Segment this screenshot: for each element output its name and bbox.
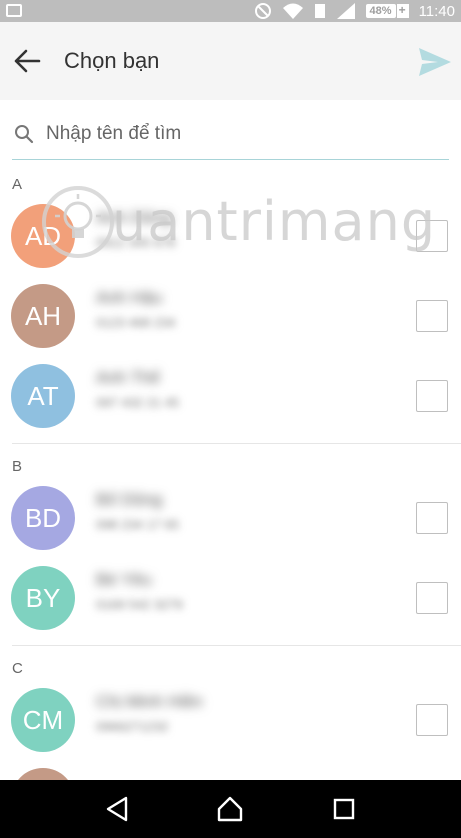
wifi-icon <box>282 2 304 20</box>
contact-name: Anh Hậu <box>96 288 163 307</box>
search-bar <box>12 108 449 160</box>
contact-row[interactable]: BY Bé Yêu 0169 542 3279 <box>0 560 461 639</box>
charging-icon <box>396 3 409 18</box>
status-bar: 48% 11:40 <box>0 0 461 22</box>
section-header-c: C <box>12 660 23 677</box>
page-title: Chọn bạn <box>64 48 160 73</box>
contact-name: Anh Thế <box>96 368 160 387</box>
select-checkbox[interactable] <box>416 380 448 412</box>
contact-phone: 0169 542 3279 <box>96 597 183 612</box>
contact-name: Chị Minh Hiền <box>96 692 203 711</box>
send-icon <box>419 48 451 76</box>
nav-back-button[interactable] <box>95 787 139 831</box>
contact-phone: 0123 468 234 <box>96 315 176 330</box>
contact-phone: 0912 345 678 <box>96 235 176 250</box>
avatar: BY <box>11 566 75 630</box>
section-header-b: B <box>12 458 23 475</box>
send-button[interactable] <box>415 44 455 80</box>
select-checkbox[interactable] <box>416 704 448 736</box>
contact-phone: 097 432 21 45 <box>96 395 180 410</box>
notification-icon <box>6 4 22 17</box>
select-checkbox[interactable] <box>416 300 448 332</box>
battery-indicator: 48% <box>365 3 409 18</box>
toolbar: Chọn bạn <box>0 22 461 100</box>
triangle-back-icon <box>106 796 128 822</box>
nav-home-button[interactable] <box>208 787 252 831</box>
avatar: AH <box>11 284 75 348</box>
contact-row[interactable]: AD Anh Dũng 0912 345 678 <box>0 198 461 277</box>
contact-row[interactable]: AT Anh Thế 097 432 21 45 <box>0 358 461 437</box>
avatar: BD <box>11 486 75 550</box>
nav-recents-button[interactable] <box>322 787 366 831</box>
avatar: AT <box>11 364 75 428</box>
avatar: CM <box>11 688 75 752</box>
sim-icon <box>314 3 326 19</box>
section-header-a: A <box>12 176 23 193</box>
contact-row[interactable]: AH Anh Hậu 0123 468 234 <box>0 278 461 357</box>
contact-name: Bố Dũng <box>96 490 163 509</box>
contact-phone: 098 234 17 65 <box>96 517 180 532</box>
select-checkbox[interactable] <box>416 220 448 252</box>
section-divider <box>12 645 461 646</box>
home-icon <box>218 796 243 822</box>
battery-level: 48% <box>365 4 396 18</box>
contact-name: Anh Dũng <box>96 208 172 227</box>
clock: 11:40 <box>418 2 455 20</box>
back-button[interactable] <box>0 22 54 100</box>
arrow-back-icon <box>14 49 41 73</box>
select-checkbox[interactable] <box>416 582 448 614</box>
select-checkbox[interactable] <box>416 502 448 534</box>
avatar: AD <box>11 204 75 268</box>
contact-phone: 0966271232 <box>96 719 169 734</box>
square-recents-icon <box>333 798 355 820</box>
contact-name: Bé Yêu <box>96 570 152 589</box>
contact-row[interactable]: BD Bố Dũng 098 234 17 65 <box>0 480 461 559</box>
section-divider <box>12 443 461 444</box>
search-input[interactable] <box>46 122 426 145</box>
contact-row[interactable]: CM Chị Minh Hiền 0966271232 <box>0 682 461 761</box>
navigation-bar <box>0 780 461 838</box>
do-not-disturb-icon <box>254 2 272 20</box>
search-icon <box>12 122 36 146</box>
signal-icon <box>336 2 356 20</box>
